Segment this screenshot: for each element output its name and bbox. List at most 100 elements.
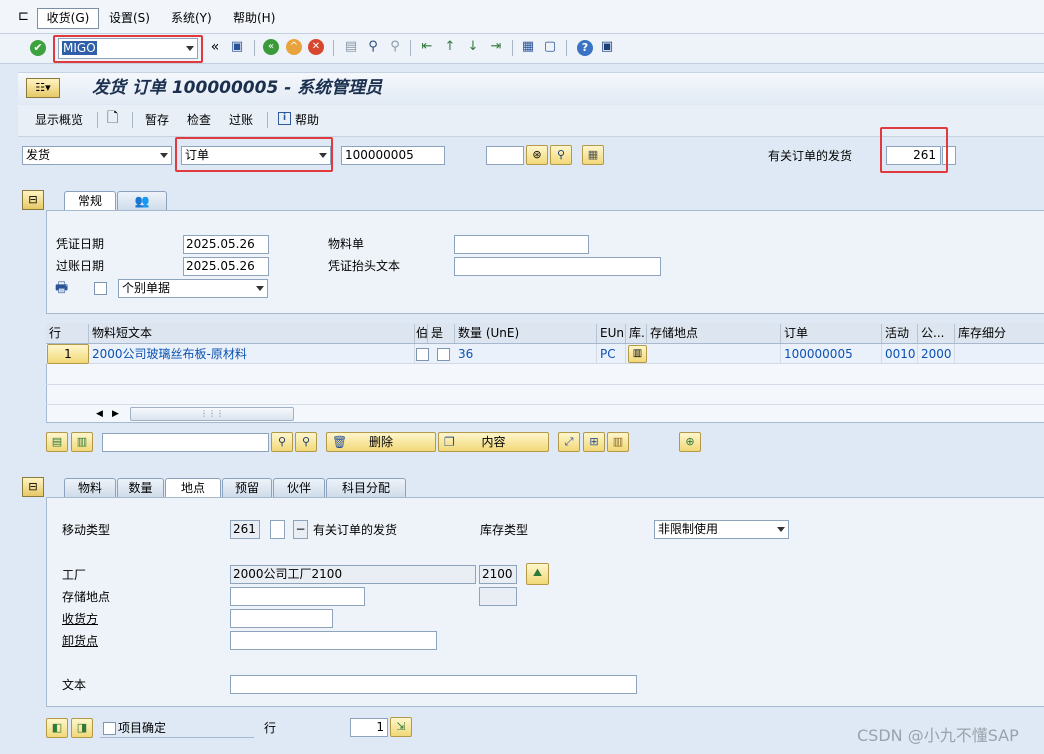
print-icon[interactable]: ▤ xyxy=(342,38,360,56)
collapse-icon[interactable]: ▥ xyxy=(71,432,93,452)
item-text-field[interactable] xyxy=(230,675,637,694)
footer-line-field[interactable]: 1 xyxy=(350,718,388,737)
item-ok-checkbox[interactable] xyxy=(103,722,116,735)
col-line[interactable]: 行 xyxy=(46,324,89,343)
tab-material[interactable]: 物料 xyxy=(64,478,116,497)
hold-button[interactable]: 暂存 xyxy=(145,112,169,128)
shortcut-icon[interactable]: ▢ xyxy=(541,38,559,56)
check-button[interactable]: 检查 xyxy=(187,112,211,128)
scroll-left-icon[interactable]: ◀ xyxy=(96,406,103,422)
delete-button[interactable]: 🗑 删除 xyxy=(326,432,436,452)
add-item-icon[interactable]: ⊕ xyxy=(679,432,701,452)
scroll-right-icon[interactable]: ▶ xyxy=(112,406,119,422)
menu-help[interactable]: 帮助(H) xyxy=(233,10,275,26)
grid-icon[interactable]: ▦ xyxy=(582,145,604,165)
search-icon[interactable]: ⚲ xyxy=(550,145,572,165)
print-checkbox[interactable] xyxy=(94,282,107,295)
info-icon[interactable]: i xyxy=(278,112,291,125)
storage-location-field[interactable] xyxy=(230,587,365,606)
col-quantity[interactable]: 数量 (UnE) xyxy=(455,324,597,343)
row-checkbox-b[interactable] xyxy=(437,348,450,361)
layout-menu-icon[interactable]: ▣ xyxy=(598,38,616,56)
col-flag-a[interactable]: 伯 xyxy=(415,324,428,343)
col-activity[interactable]: 活动 xyxy=(882,324,918,343)
window-menu-icon[interactable]: ⊏ xyxy=(18,9,29,25)
menu-receive[interactable]: 收货(G) xyxy=(37,8,99,29)
tab-partner[interactable]: 伙伴 xyxy=(273,478,325,497)
row-line-button[interactable]: 1 xyxy=(47,344,89,364)
next-item-icon[interactable]: ◨ xyxy=(71,718,93,738)
post-button[interactable]: 过账 xyxy=(229,112,253,128)
cancel-icon[interactable]: ✕ xyxy=(308,39,324,55)
next-page-icon[interactable]: ↓ xyxy=(464,38,482,56)
col-stock[interactable]: 库. xyxy=(626,324,647,343)
tab-partner[interactable]: 👥 xyxy=(117,191,167,210)
expand-icon[interactable]: ▤ xyxy=(46,432,68,452)
new-session-icon[interactable]: ▦ xyxy=(519,38,537,56)
stock-icon[interactable]: ▥ xyxy=(628,345,647,363)
help-icon[interactable]: ? xyxy=(577,40,593,56)
movement-label: 有关订单的发货 xyxy=(768,149,853,163)
scroll-thumb[interactable]: ⋮⋮⋮ xyxy=(130,407,294,421)
chevron-down-icon[interactable] xyxy=(160,153,168,158)
display-overview-button[interactable]: 显示概览 xyxy=(35,112,83,128)
double-left-icon[interactable]: « xyxy=(206,38,224,56)
header-toggle-icon[interactable]: ⊟ xyxy=(22,190,44,210)
stock-overview-icon[interactable]: ▥ xyxy=(607,432,629,452)
find-icon[interactable]: ⚲ xyxy=(271,432,293,452)
tab-location[interactable]: 地点 xyxy=(165,478,221,497)
execute-icon[interactable]: ⊛ xyxy=(526,145,548,165)
tab-reservation[interactable]: 预留 xyxy=(222,478,272,497)
print-option-select[interactable]: 个别单据 xyxy=(118,279,268,298)
col-company[interactable]: 公... xyxy=(918,324,955,343)
col-flag-b[interactable]: 是 xyxy=(428,324,455,343)
special-stock-indicator[interactable] xyxy=(270,520,285,539)
first-page-icon[interactable]: ⇤ xyxy=(418,38,436,56)
find-next-icon[interactable]: ⚲ xyxy=(295,432,317,452)
doc-date-field[interactable]: 2025.05.26 xyxy=(183,235,269,254)
chevron-down-icon[interactable] xyxy=(256,286,264,291)
find-icon[interactable]: ⚲ xyxy=(364,38,382,56)
col-order[interactable]: 订单 xyxy=(781,324,882,343)
new-document-icon[interactable]: 🗋 xyxy=(107,110,118,126)
page-title: 发货 订单 100000005 - 系统管理员 xyxy=(92,78,383,98)
col-unit[interactable]: EUn xyxy=(597,324,626,343)
recipient-field[interactable] xyxy=(230,609,333,628)
detail-toggle-icon[interactable]: ⊟ xyxy=(22,477,44,497)
save-icon[interactable]: ▣ xyxy=(228,38,246,56)
tab-quantity[interactable]: 数量 xyxy=(117,478,164,497)
help-button[interactable]: 帮助 xyxy=(295,112,319,128)
prev-item-icon[interactable]: ◧ xyxy=(46,718,68,738)
last-page-icon[interactable]: ⇥ xyxy=(487,38,505,56)
go-to-line-icon[interactable]: ⇲ xyxy=(390,717,412,737)
item-field[interactable] xyxy=(486,146,524,165)
stock-type-select[interactable]: 非限制使用 xyxy=(654,520,789,539)
tab-general[interactable]: 常规 xyxy=(64,191,116,210)
col-material-text[interactable]: 物料短文本 xyxy=(89,324,415,343)
material-slip-field[interactable] xyxy=(454,235,589,254)
col-storage[interactable]: 存储地点 xyxy=(647,324,781,343)
back-icon[interactable]: « xyxy=(263,39,279,55)
services-object-icon[interactable]: ☷▾ xyxy=(26,78,60,98)
action-select[interactable]: 发货 xyxy=(22,146,172,165)
header-text-field[interactable] xyxy=(454,257,661,276)
col-stock-segment[interactable]: 库存细分 xyxy=(955,324,1044,343)
chevron-down-icon[interactable] xyxy=(777,527,785,532)
menu-system[interactable]: 系统(Y) xyxy=(171,10,212,26)
post-date-field[interactable]: 2025.05.26 xyxy=(183,257,269,276)
menu-settings[interactable]: 设置(S) xyxy=(109,10,150,26)
table-search-field[interactable] xyxy=(102,433,269,452)
find-next-icon[interactable]: ⚲ xyxy=(386,38,404,56)
unloading-point-field[interactable] xyxy=(230,631,437,650)
order-number-field[interactable]: 100000005 xyxy=(341,146,445,165)
content-button[interactable]: ❐ 内容 xyxy=(438,432,549,452)
plant-overview-icon[interactable]: ⛰ xyxy=(526,563,549,585)
row-checkbox-a[interactable] xyxy=(416,348,429,361)
tree-icon[interactable]: ⊞ xyxy=(583,432,605,452)
prev-page-icon[interactable]: ↑ xyxy=(441,38,459,56)
exit-icon[interactable]: ^ xyxy=(286,39,302,55)
enter-check-icon[interactable]: ✔ xyxy=(30,40,46,56)
horizontal-scrollbar[interactable]: ◀ ▶ ⋮⋮⋮ xyxy=(90,406,295,422)
tab-account-assignment[interactable]: 科目分配 xyxy=(326,478,406,497)
fullscreen-icon[interactable]: ⤢ xyxy=(558,432,580,452)
